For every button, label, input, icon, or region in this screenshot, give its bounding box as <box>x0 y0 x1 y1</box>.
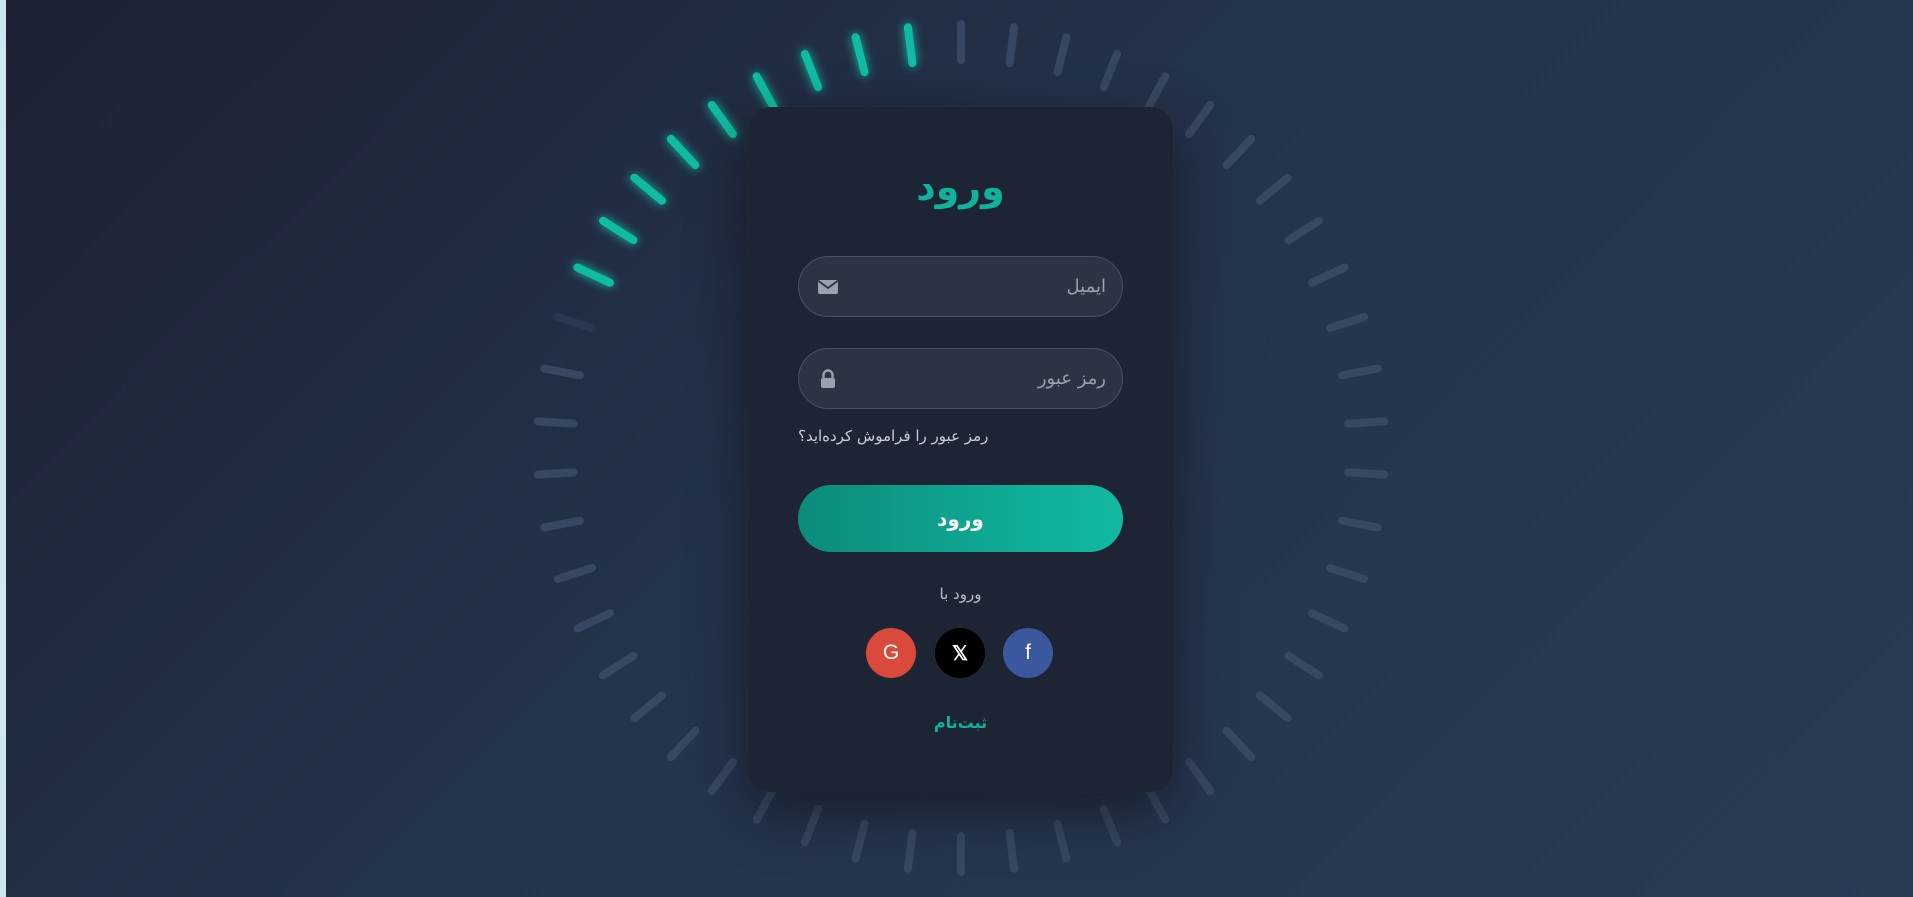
ring-segment <box>1338 364 1382 380</box>
ring-segment <box>1143 784 1170 824</box>
ring-segment <box>1308 609 1349 633</box>
facebook-icon: f <box>1025 641 1031 664</box>
email-input[interactable] <box>849 257 1106 316</box>
ring-segment <box>800 804 823 847</box>
ring-segment <box>1308 263 1349 287</box>
google-login-button[interactable]: G <box>866 628 916 678</box>
x-login-button[interactable]: 𝕏 <box>935 628 985 678</box>
lock-icon <box>817 368 839 390</box>
ring-segment <box>666 726 700 762</box>
ring-segment <box>599 651 638 680</box>
ring-segment <box>540 364 584 380</box>
ring-segment <box>851 819 869 863</box>
facebook-login-button[interactable]: f <box>1003 628 1053 678</box>
ring-segment <box>1284 651 1323 680</box>
login-button[interactable]: ورود <box>798 485 1123 552</box>
ring-segment <box>1185 757 1215 795</box>
ring-segment <box>533 468 578 479</box>
ring-segment <box>1099 804 1122 847</box>
ring-segment <box>1326 313 1369 333</box>
ring-segment <box>752 784 779 824</box>
ring-segment <box>1143 72 1170 112</box>
ring-segment <box>1284 216 1323 245</box>
ring-segment <box>1326 563 1369 583</box>
ring-segment <box>1344 468 1389 479</box>
ring-segment <box>573 609 614 633</box>
social-login-label: ورود با <box>939 585 982 603</box>
ring-segment <box>1053 33 1071 77</box>
ring-segment <box>540 516 584 532</box>
register-link[interactable]: ثبت‌نام <box>748 713 1173 732</box>
ring-segment <box>903 828 917 873</box>
ring-segment <box>553 563 596 583</box>
ring-segment <box>1053 819 1071 863</box>
ring-segment <box>1222 134 1256 170</box>
ring-segment <box>599 216 638 245</box>
forgot-password-link[interactable]: رمز عبور را فراموش کرده‌اید؟ <box>798 427 988 445</box>
ring-segment <box>1005 23 1019 68</box>
ring-segment <box>903 23 917 68</box>
ring-segment <box>1185 101 1215 139</box>
ring-segment <box>707 101 737 139</box>
login-card: ورود رمز عبور را فراموش کرده‌اید؟ ورود و… <box>748 107 1173 792</box>
ring-segment <box>1005 828 1019 873</box>
ring-segment <box>752 72 779 112</box>
ring-segment <box>573 263 614 287</box>
email-field[interactable] <box>798 256 1123 317</box>
ring-segment <box>800 49 823 92</box>
ring-segment <box>630 173 666 205</box>
ring-segment <box>630 691 666 723</box>
ring-segment <box>666 134 700 170</box>
ring-segment <box>1222 726 1256 762</box>
google-icon: G <box>882 641 900 664</box>
ring-segment <box>533 417 578 428</box>
ring-segment <box>851 33 869 77</box>
ring-segment <box>1099 49 1122 92</box>
ring-segment <box>1256 173 1292 205</box>
x-icon: 𝕏 <box>951 642 969 665</box>
ring-segment <box>1344 417 1389 428</box>
page-title: ورود <box>916 165 1005 209</box>
ring-segment <box>1338 516 1382 532</box>
ring-segment <box>707 757 737 795</box>
ring-segment <box>1256 691 1292 723</box>
ring-segment <box>553 313 596 333</box>
password-input[interactable] <box>849 349 1106 408</box>
envelope-icon <box>817 276 839 298</box>
password-field[interactable] <box>798 348 1123 409</box>
